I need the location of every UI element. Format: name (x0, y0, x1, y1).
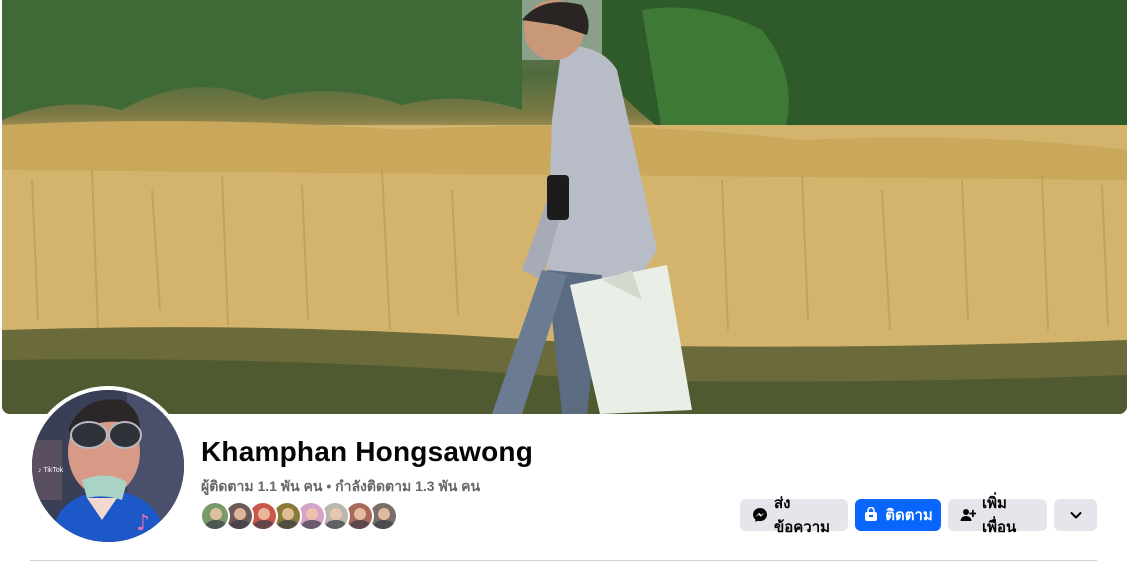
message-button[interactable]: ส่งข้อความ (740, 495, 848, 536)
svg-text:♪ TikTok: ♪ TikTok (38, 467, 64, 474)
message-button-label: ส่งข้อความ (774, 495, 831, 536)
cover-photo-image (2, 0, 1127, 414)
chevron-down-icon (1068, 507, 1084, 523)
profile-avatar[interactable]: ♪ ♪ TikTok (28, 386, 188, 546)
section-divider (30, 560, 1097, 561)
svg-text:♪: ♪ (136, 511, 150, 536)
mutual-friend-avatar[interactable] (200, 501, 230, 531)
more-options-button[interactable] (1054, 499, 1097, 531)
profile-name: Khamphan Hongsawong (201, 436, 534, 467)
mutual-friends-list (200, 501, 398, 533)
messenger-icon (752, 507, 768, 523)
follow-button-label: ติดตาม (885, 507, 933, 524)
profile-avatar-image: ♪ ♪ TikTok (32, 390, 184, 542)
follow-icon (863, 507, 879, 523)
add-friend-button-label: เพิ่มเพื่อน (982, 495, 1017, 536)
add-friend-button[interactable]: เพิ่มเพื่อน (948, 495, 1047, 536)
follow-stats[interactable]: ผู้ติดตาม 1.1 พัน คน • กำลังติดตาม 1.3 พ… (201, 476, 480, 498)
follow-button[interactable]: ติดตาม (855, 499, 941, 531)
cover-photo[interactable] (2, 0, 1127, 414)
add-friend-icon (960, 507, 976, 523)
